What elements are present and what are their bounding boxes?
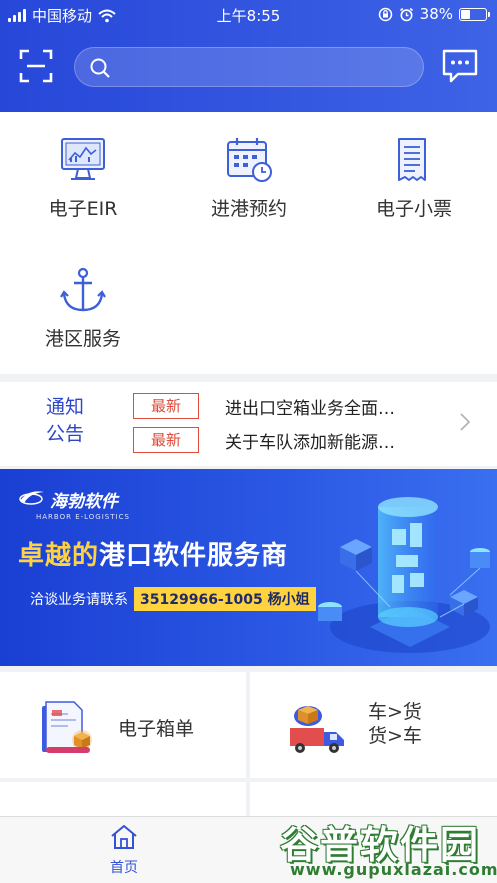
- brand-name: 海勃软件: [50, 492, 118, 512]
- truck-cargo-icon: [290, 706, 344, 753]
- notice-title: 通知 公告: [45, 396, 84, 445]
- quick-function-grid: 电子EIR 进港预约 电子小票 港区服务: [0, 112, 497, 374]
- function-label: 进港预约: [210, 198, 287, 220]
- notice-text: 进出口空箱业务全面…: [225, 398, 395, 419]
- monitor-chart-icon: [61, 138, 105, 180]
- alarm-icon: [399, 7, 413, 21]
- notice-item[interactable]: 最新 进出口空箱业务全面…: [133, 392, 395, 420]
- calendar-clock-icon: [227, 138, 272, 182]
- banner-headline: 卓越的港口软件服务商: [18, 541, 289, 571]
- function-label: 电子小票: [375, 198, 452, 220]
- notice-item[interactable]: 最新 关于车队添加新能源…: [133, 426, 395, 454]
- notice-text: 关于车队添加新能源…: [225, 432, 395, 453]
- watermark-url: www.gupuxlazai.com: [290, 860, 497, 879]
- notice-board[interactable]: 通知 公告 最新 进出口空箱业务全面… 最新 关于车队添加新能源…: [0, 382, 497, 466]
- status-bar: 中国移动 上午8:55 38%: [0, 0, 497, 30]
- service-vehicle-cargo[interactable]: 车>货 货>车: [250, 672, 497, 778]
- search-input[interactable]: [119, 48, 409, 86]
- tab-home[interactable]: 首页: [84, 823, 164, 877]
- chevron-right-icon[interactable]: [459, 412, 471, 432]
- tab-label: 首页: [110, 860, 138, 876]
- function-label: 港区服务: [44, 328, 121, 350]
- message-icon[interactable]: [441, 48, 479, 84]
- rotation-lock-icon: [378, 7, 392, 21]
- brand-tagline: HARBOR E-LOGISTICS: [36, 513, 130, 521]
- function-label: 电子EIR: [48, 198, 118, 220]
- anchor-icon: [60, 267, 106, 312]
- search-bar[interactable]: [74, 47, 424, 87]
- brand-logo: 海勃软件 HARBOR E-LOGISTICS: [18, 487, 130, 521]
- promo-banner[interactable]: 海勃软件 HARBOR E-LOGISTICS 卓越的港口软件服务商 洽谈业务请…: [0, 469, 497, 666]
- app-header: 中国移动 上午8:55 38%: [0, 0, 497, 112]
- search-icon: [90, 58, 110, 78]
- contact-phone: 35129966-1005 杨小姐: [134, 587, 316, 611]
- logo-swoosh-icon: [19, 491, 44, 505]
- new-badge: 最新: [133, 427, 199, 453]
- service-electronic-box-list[interactable]: 电子箱单: [0, 672, 246, 778]
- service-label: 电子箱单: [118, 718, 195, 740]
- document-box-icon: [42, 701, 92, 753]
- isometric-server-illustration: [318, 497, 490, 653]
- function-port-services[interactable]: 港区服务: [0, 242, 166, 352]
- battery-icon: [459, 7, 490, 21]
- service-label: 车>货 货>车: [368, 701, 422, 747]
- function-electronic-eir[interactable]: 电子EIR: [0, 112, 166, 222]
- receipt-icon: [398, 138, 426, 181]
- scan-icon[interactable]: [18, 48, 54, 84]
- banner-contact: 洽谈业务请联系 35129966-1005 杨小姐: [30, 587, 316, 611]
- site-watermark: 谷普软件园 www.gupuxlazai.com: [272, 812, 497, 883]
- function-port-entry-booking[interactable]: 进港预约: [166, 112, 332, 222]
- battery-percent: 38%: [419, 5, 453, 23]
- new-badge: 最新: [133, 393, 199, 419]
- function-electronic-receipt[interactable]: 电子小票: [331, 112, 497, 222]
- home-icon: [111, 825, 137, 849]
